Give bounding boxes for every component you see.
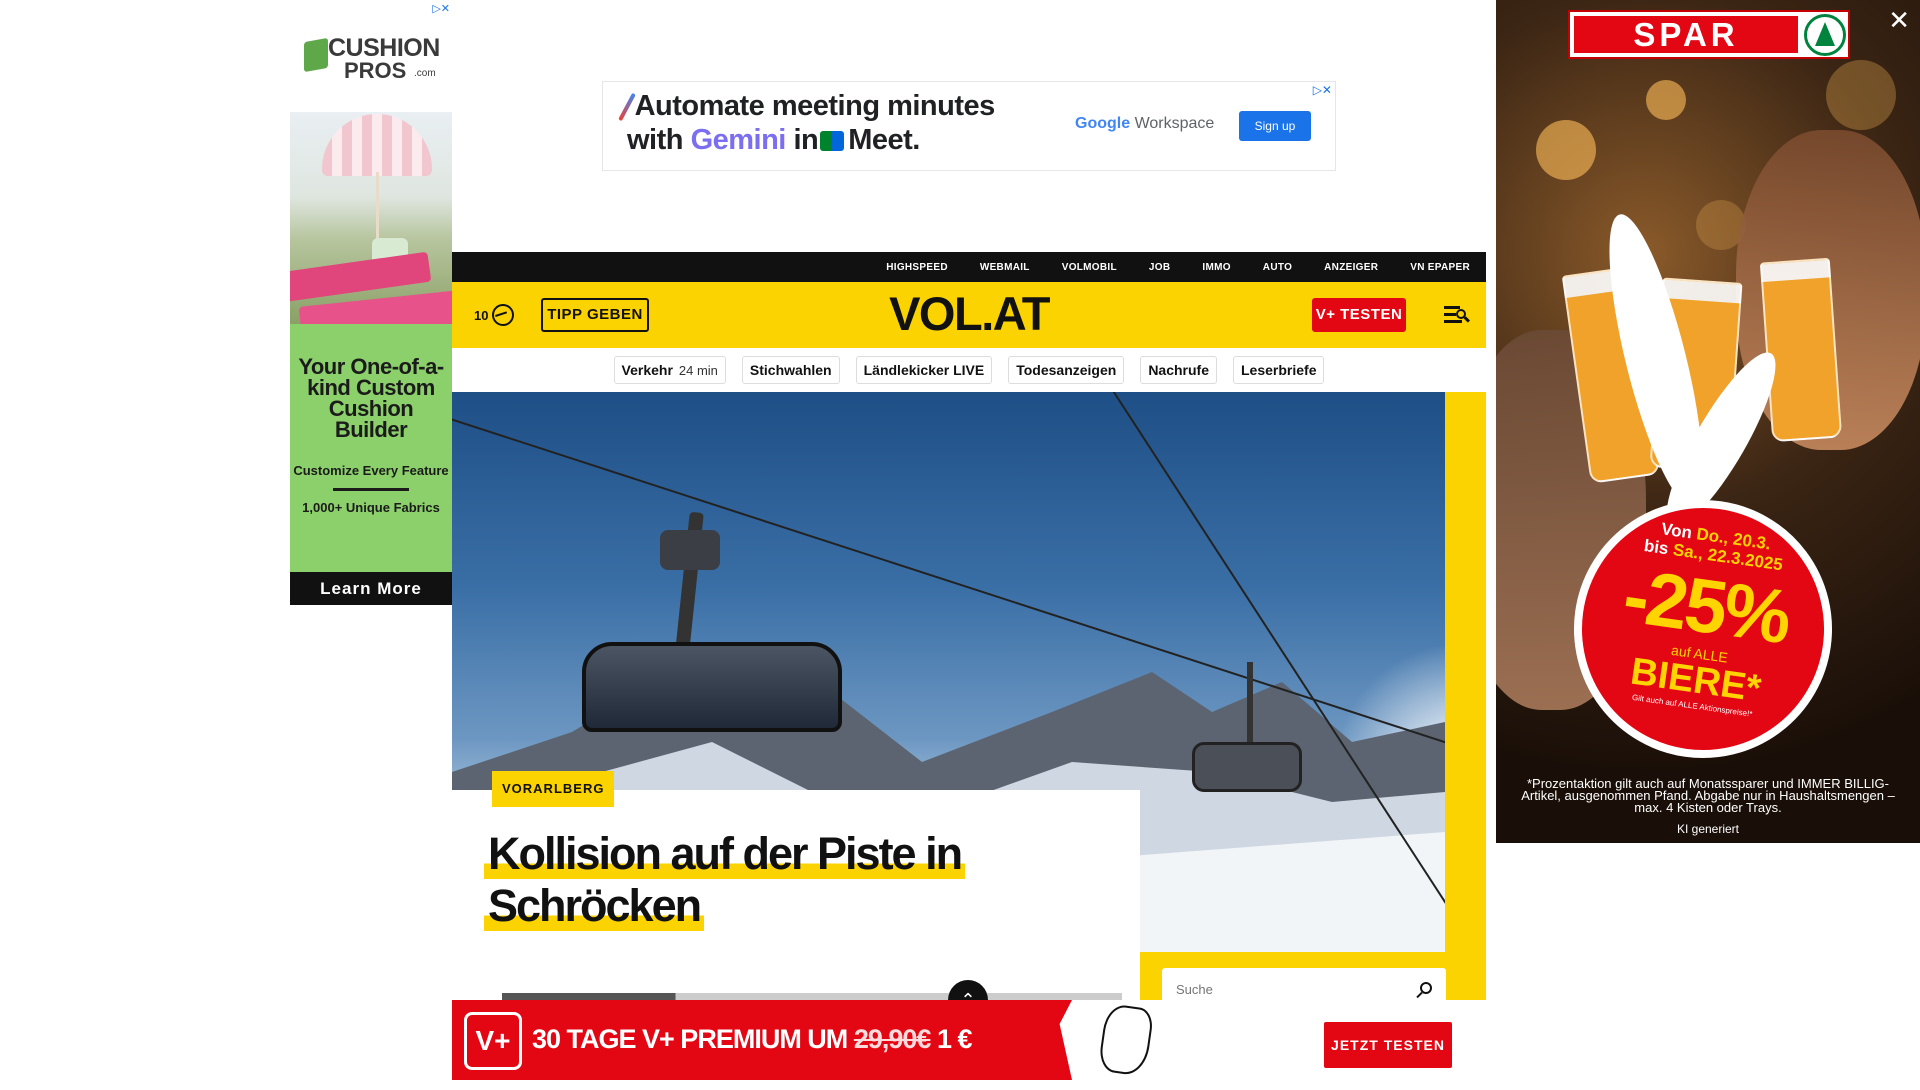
story-headline[interactable]: Kollision auf der Piste in Schröcken <box>484 828 1104 932</box>
nav-link-highspeed[interactable]: HIGHSPEED <box>886 262 948 273</box>
left-skyscraper-ad[interactable]: CUSHION PROS .com ▷✕ Your One-of-a-kind … <box>290 0 452 605</box>
nav-link-auto[interactable]: AUTO <box>1263 262 1292 273</box>
weather-widget[interactable]: 10 <box>474 304 515 326</box>
umbrella-shape <box>322 114 432 176</box>
ad-headline: Your One-of-a-kind Custom Cushion Builde… <box>298 354 444 442</box>
quicklink-laendlekicker[interactable]: Ländlekicker LIVE <box>855 356 993 384</box>
nav-link-webmail[interactable]: WEBMAIL <box>980 262 1030 273</box>
spar-tree-icon <box>1804 14 1846 56</box>
category-tag[interactable]: VORARLBERG <box>492 771 615 807</box>
ad-fineprint: *Prozentaktion gilt auch auf Monatsspare… <box>1521 776 1895 815</box>
old-price: 29,90€ <box>853 1024 932 1054</box>
ad-line1: Automate meeting minutes <box>634 90 996 122</box>
quicklink-nachrufe[interactable]: Nachrufe <box>1140 356 1217 384</box>
top-banner-ad[interactable]: Automate meeting minutes with Gemini in M… <box>602 81 1336 171</box>
ai-generated-label: KI generiert <box>1676 822 1740 836</box>
logo-text-pros: PROS <box>344 58 407 83</box>
adchoices-icon[interactable]: ▷✕ <box>1313 83 1332 97</box>
ad-line2: with Gemini in Meet. <box>627 124 920 156</box>
promo-text: 30 TAGE V+ PREMIUM UM 29,90€ 1 € <box>532 1024 973 1054</box>
gemini-word: Gemini <box>690 124 787 156</box>
weather-icon <box>492 304 515 326</box>
ad-subline-fabrics: 1,000+ Unique Fabrics <box>302 500 440 515</box>
cushion-logo-icon <box>304 37 328 73</box>
search-icon[interactable] <box>1420 982 1432 994</box>
close-icon[interactable]: ✕ <box>1888 6 1910 36</box>
site-header: 10 TIPP GEBEN VOL.AT V+ TESTEN <box>452 282 1486 348</box>
ad-divider <box>333 488 409 491</box>
spar-wordmark: SPAR <box>1574 16 1798 53</box>
beer-glass <box>1759 257 1843 443</box>
right-skyscraper-ad[interactable]: SPAR ✕ Von Do., 20.3. bis Sa., 22.3.2025… <box>1496 0 1920 843</box>
vorarlberg-map-icon <box>1097 1002 1155 1078</box>
adchoices-icon[interactable]: ▷✕ <box>432 2 450 15</box>
v-plus-badge: V+ <box>464 1012 522 1070</box>
verkehr-time: 24 min <box>678 362 718 378</box>
meet-icon <box>820 131 845 151</box>
menu-search-icon[interactable] <box>1444 304 1471 326</box>
new-price: 1 € <box>936 1024 973 1054</box>
quicklinks-bar: Verkehr 24 min Stichwahlen Ländlekicker L… <box>452 348 1486 392</box>
subscription-promo-bar[interactable]: V+ 30 TAGE V+ PREMIUM UM 29,90€ 1 € JETZ… <box>452 1000 1486 1090</box>
nav-link-vn-epaper[interactable]: VN EPAPER <box>1410 262 1470 273</box>
ad-subline-customize: Customize Every Feature <box>293 463 449 478</box>
cushionpros-logo[interactable]: CUSHION PROS .com <box>290 0 452 112</box>
tipp-geben-button[interactable]: TIPP GEBEN <box>541 298 649 332</box>
top-service-nav: HIGHSPEED WEBMAIL VOLMOBIL JOB IMMO AUTO… <box>452 252 1486 282</box>
chairlift-seat <box>582 511 842 732</box>
logo-text-suffix: .com <box>414 68 436 79</box>
patio-cushion-photo[interactable] <box>290 112 452 324</box>
spar-logo[interactable]: SPAR <box>1568 10 1850 59</box>
nav-link-volmobil[interactable]: VOLMOBIL <box>1062 262 1117 273</box>
v-plus-testen-button[interactable]: V+ TESTEN <box>1312 298 1406 332</box>
search-input[interactable] <box>1174 976 1394 1002</box>
chairlift-seat-distant <box>1192 662 1312 802</box>
temperature-value: 10 <box>474 307 489 323</box>
quicklink-todesanzeigen[interactable]: Todesanzeigen <box>1008 356 1125 384</box>
nav-link-job[interactable]: JOB <box>1149 262 1170 273</box>
quicklink-stichwahlen[interactable]: Stichwahlen <box>741 356 840 384</box>
discount-badge: Von Do., 20.3. bis Sa., 22.3.2025 -25% a… <box>1557 483 1849 775</box>
lead-story-card[interactable]: VORARLBERG Kollision auf der Piste in Sch… <box>452 771 1140 1020</box>
nav-link-anzeiger[interactable]: ANZEIGER <box>1324 262 1378 273</box>
quicklink-leserbriefe[interactable]: Leserbriefe <box>1233 356 1325 384</box>
learn-more-button[interactable]: Learn More <box>290 572 452 605</box>
sign-up-button[interactable]: Sign up <box>1239 111 1311 141</box>
google-workspace-logo: Google Workspace <box>1075 115 1215 132</box>
site-logo-link[interactable]: VOL.AT <box>889 287 1050 340</box>
ad-copy-panel[interactable]: Your One-of-a-kind Custom Cushion Builde… <box>290 324 452 572</box>
jetzt-testen-button[interactable]: JETZT TESTEN <box>1324 1022 1452 1068</box>
nav-link-immo[interactable]: IMMO <box>1202 262 1230 273</box>
sidebar-accent <box>1445 392 1486 1000</box>
quicklink-verkehr[interactable]: Verkehr 24 min <box>613 356 726 384</box>
